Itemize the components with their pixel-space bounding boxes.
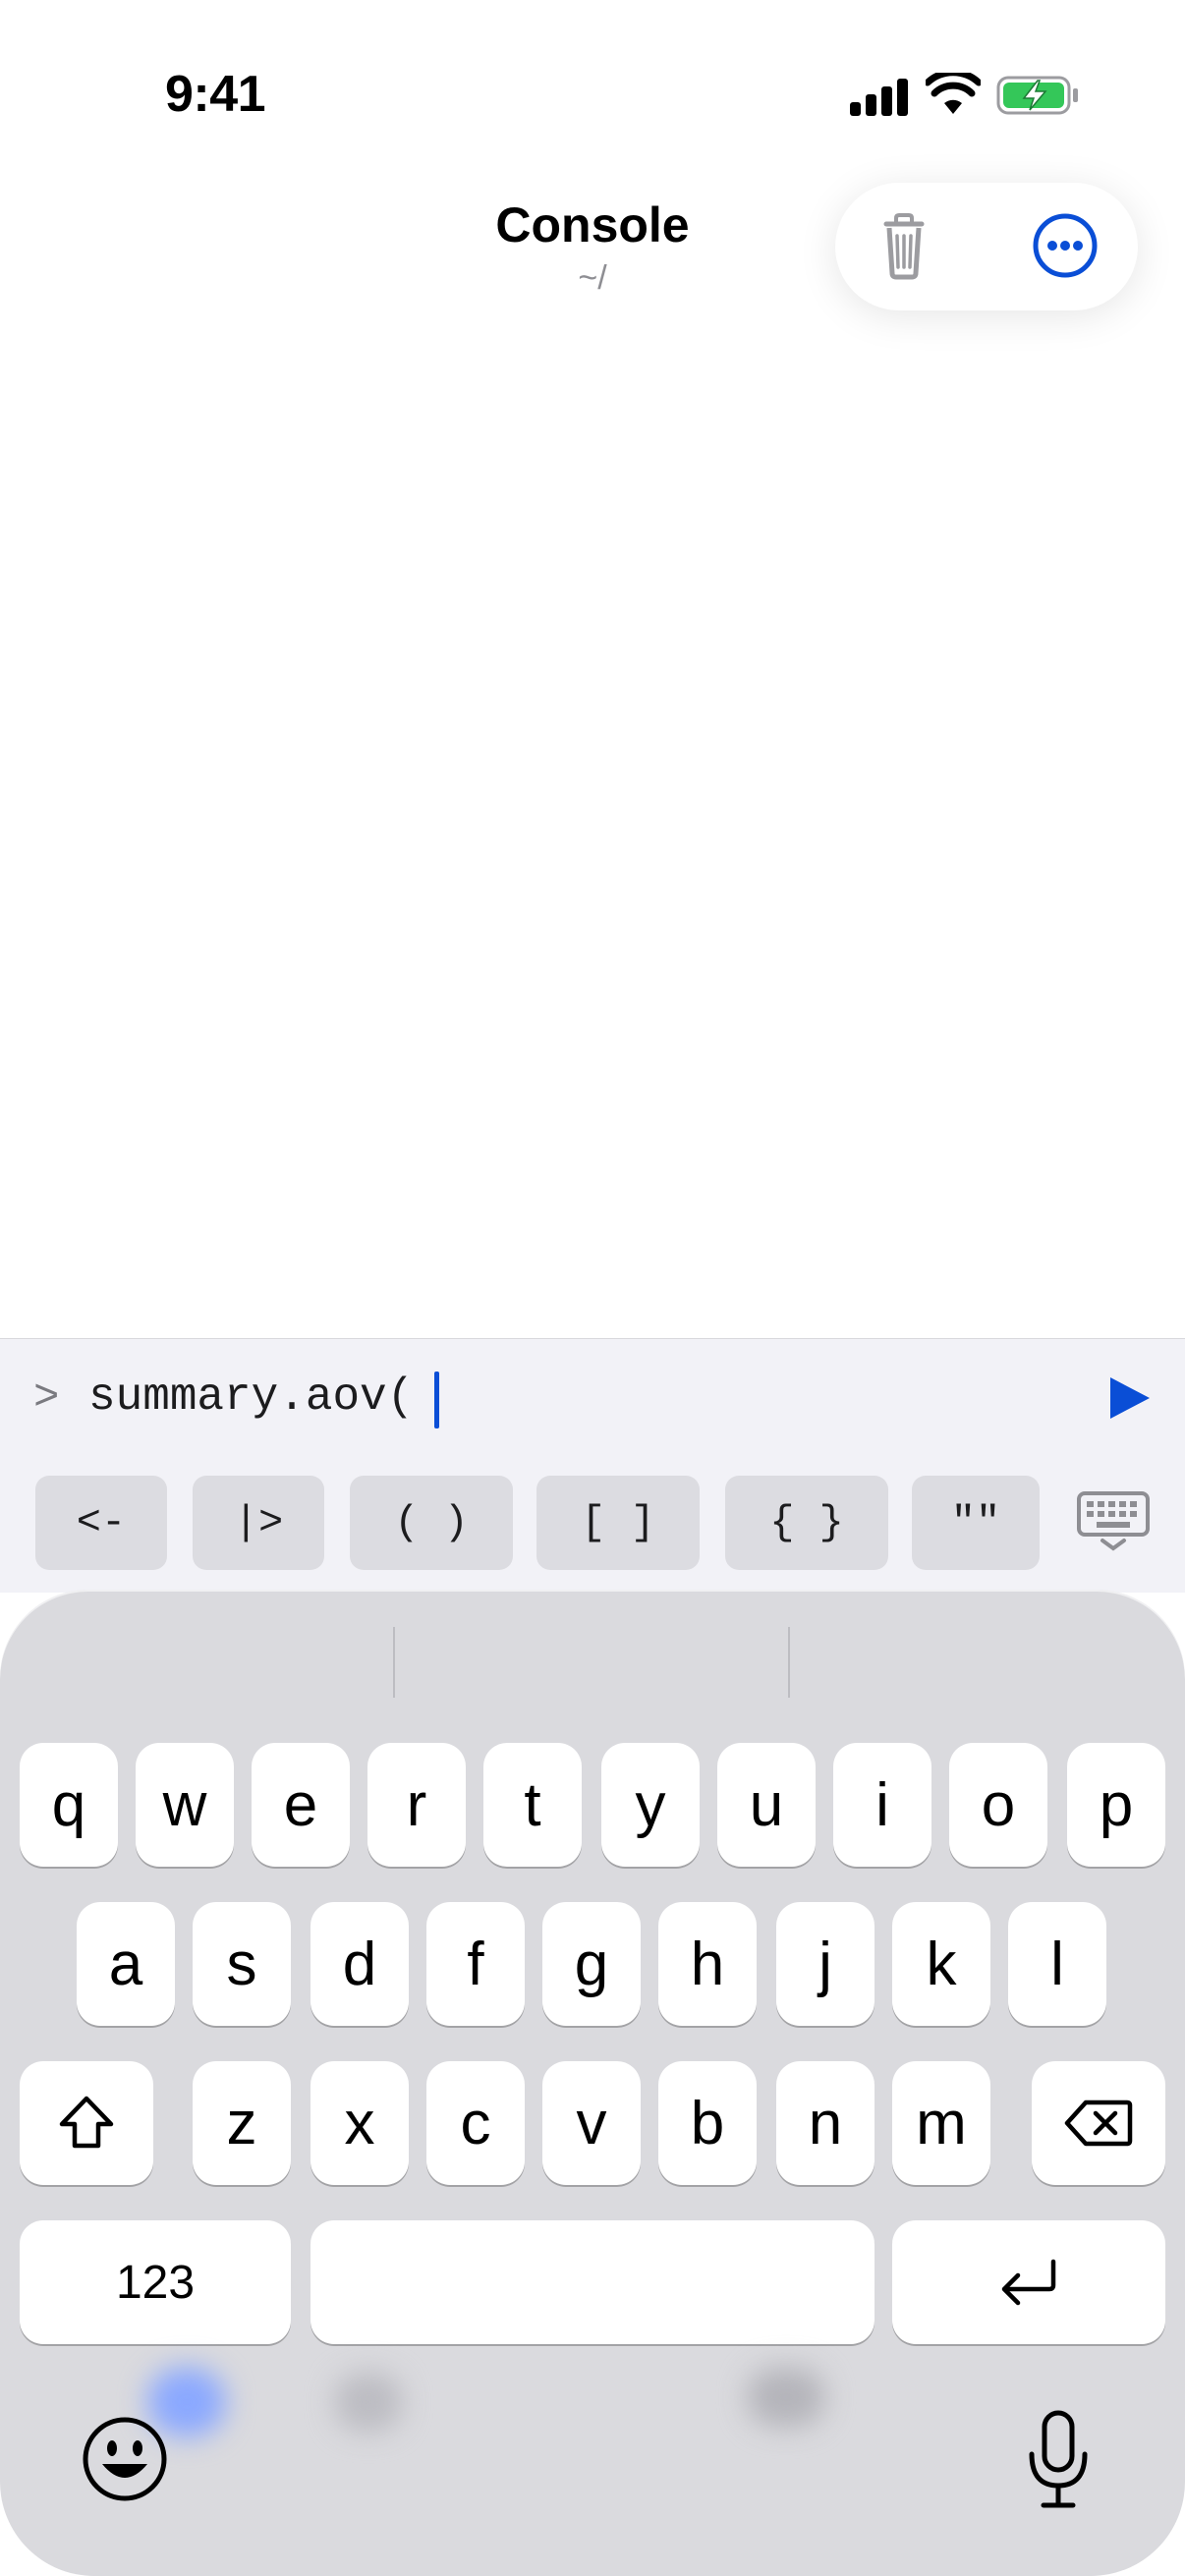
console-prompt: > [33, 1373, 60, 1423]
key[interactable]: f [426, 1902, 525, 2026]
key[interactable]: h [658, 1902, 757, 2026]
wifi-icon [926, 73, 981, 114]
key[interactable]: o [949, 1743, 1047, 1867]
insert-assign-button[interactable]: <- [35, 1476, 167, 1570]
key[interactable]: n [776, 2061, 875, 2185]
trash-icon[interactable] [865, 206, 943, 285]
backspace-key[interactable] [1032, 2061, 1165, 2185]
ellipsis-circle-icon[interactable] [1026, 206, 1104, 285]
insert-parentheses-button[interactable]: ( ) [350, 1476, 513, 1570]
key[interactable]: t [483, 1743, 582, 1867]
key[interactable]: v [542, 2061, 641, 2185]
key[interactable]: y [601, 1743, 700, 1867]
key[interactable]: l [1008, 1902, 1106, 2026]
key[interactable]: k [892, 1902, 990, 2026]
text-cursor [434, 1372, 439, 1428]
insert-pipe-button[interactable]: |> [193, 1476, 324, 1570]
key[interactable]: e [252, 1743, 350, 1867]
key[interactable]: u [717, 1743, 816, 1867]
key[interactable]: m [892, 2061, 990, 2185]
suggestion-divider [788, 1627, 790, 1698]
key[interactable]: c [426, 2061, 525, 2185]
key[interactable]: x [310, 2061, 409, 2185]
blurred-suggestion [747, 2368, 825, 2427]
numbers-key[interactable]: 123 [20, 2220, 291, 2344]
cellular-signal-icon [850, 79, 909, 116]
insert-quotes-button[interactable]: "" [912, 1476, 1040, 1570]
key[interactable]: w [136, 1743, 234, 1867]
key[interactable]: q [20, 1743, 118, 1867]
battery-charging-icon [996, 76, 1078, 115]
blurred-suggestion [334, 2373, 403, 2432]
shift-key[interactable] [20, 2061, 153, 2185]
key[interactable]: b [658, 2061, 757, 2185]
key[interactable]: i [833, 1743, 931, 1867]
key[interactable]: j [776, 1902, 875, 2026]
key[interactable]: g [542, 1902, 641, 2026]
key[interactable]: r [367, 1743, 466, 1867]
return-icon [1001, 2259, 1056, 2306]
suggestion-divider [393, 1627, 395, 1698]
backspace-icon [1064, 2100, 1133, 2147]
emoji-icon[interactable] [79, 2413, 171, 2505]
shift-icon [59, 2096, 114, 2149]
key[interactable]: s [193, 1902, 291, 2026]
console-command-input[interactable]: summary.aov( [88, 1372, 414, 1423]
play-icon[interactable] [1104, 1373, 1154, 1423]
insert-braces-button[interactable]: { } [725, 1476, 888, 1570]
keyboard-dismiss-icon[interactable] [1075, 1489, 1152, 1552]
return-key[interactable] [892, 2220, 1165, 2344]
key[interactable]: p [1067, 1743, 1165, 1867]
status-time: 9:41 [165, 66, 266, 123]
key[interactable]: z [193, 2061, 291, 2185]
insert-brackets-button[interactable]: [ ] [536, 1476, 700, 1570]
space-key[interactable] [310, 2220, 875, 2344]
key[interactable]: a [77, 1902, 175, 2026]
key[interactable]: d [310, 1902, 409, 2026]
microphone-icon[interactable] [1022, 2409, 1095, 2511]
